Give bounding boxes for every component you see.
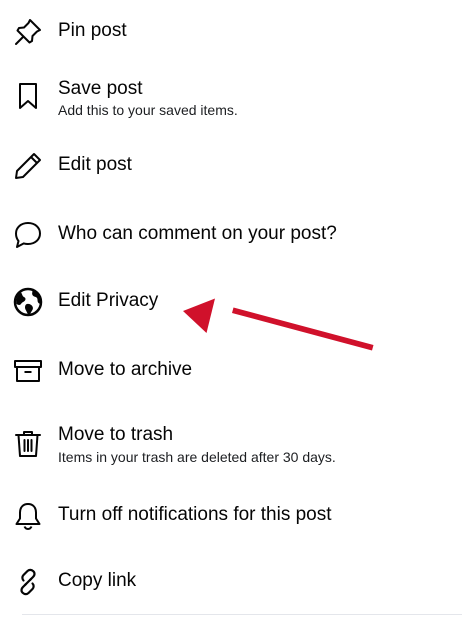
trash-can-icon [12, 428, 44, 460]
pin-icon [12, 16, 44, 48]
menu-item-title: Move to trash [58, 424, 174, 445]
bookmark-icon [12, 80, 44, 112]
link-icon [12, 566, 44, 598]
menu-item-title: Who can comment on your post? [58, 223, 337, 244]
pencil-icon [12, 150, 44, 182]
post-options-menu: Pin post Save post Add this to your save… [0, 0, 474, 619]
menu-item-title: Save post [58, 78, 143, 99]
menu-item-subtitle: Items in your trash are deleted after 30… [58, 449, 336, 465]
menu-item-title: Edit Privacy [58, 290, 159, 311]
comment-bubble-icon [12, 219, 44, 251]
menu-item-subtitle: Add this to your saved items. [58, 102, 238, 118]
menu-item-title: Pin post [58, 20, 127, 41]
menu-item-move-to-archive[interactable]: Move to archive [0, 351, 474, 391]
menu-item-save-post[interactable]: Save post Add this to your saved items. [0, 72, 474, 128]
menu-item-copy-link[interactable]: Copy link [0, 562, 474, 602]
menu-item-title: Copy link [58, 570, 137, 591]
bell-icon [12, 500, 44, 532]
globe-icon [12, 286, 44, 318]
divider [22, 614, 462, 615]
menu-item-title: Turn off notifications for this post [58, 504, 332, 525]
menu-item-title: Edit post [58, 154, 132, 175]
menu-item-turn-off-notifications[interactable]: Turn off notifications for this post [0, 496, 474, 536]
menu-item-move-to-trash[interactable]: Move to trash Items in your trash are de… [0, 416, 474, 472]
menu-item-pin-post[interactable]: Pin post [0, 12, 474, 52]
archive-box-icon [12, 355, 44, 387]
menu-item-title: Move to archive [58, 359, 193, 380]
menu-item-edit-privacy[interactable]: Edit Privacy [0, 282, 474, 322]
menu-item-edit-post[interactable]: Edit post [0, 146, 474, 186]
menu-item-who-can-comment[interactable]: Who can comment on your post? [0, 215, 474, 255]
